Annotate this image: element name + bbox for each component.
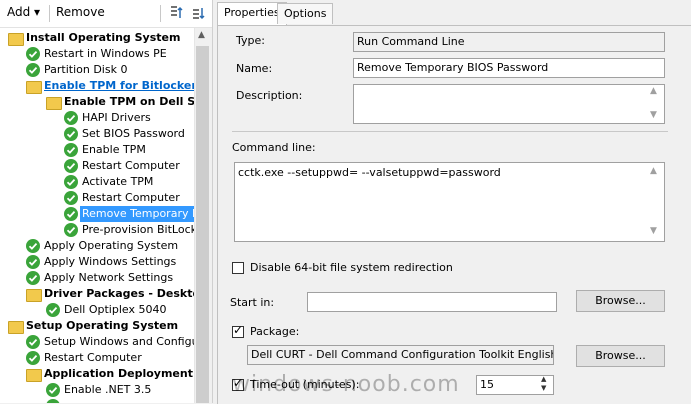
step-ok-icon	[26, 351, 40, 365]
command-line-label: Command line:	[232, 141, 316, 154]
step-ok-icon	[26, 63, 40, 77]
tree-item-label: Application Deployment	[44, 367, 193, 380]
scroll-down-icon[interactable]: ▼	[650, 110, 689, 120]
move-up-icon[interactable]	[168, 5, 184, 21]
tree-scroll-thumb[interactable]	[196, 46, 209, 403]
step-ok-icon	[64, 175, 78, 189]
tree-item-label: Pre-provision BitLocke	[82, 223, 194, 236]
task-sequence-tree: Install Operating System Restart in Windo…	[0, 28, 194, 403]
step-ok-icon	[26, 47, 40, 61]
properties-panel: Type: Run Command Line Name: Remove Temp…	[217, 25, 691, 404]
remove-button[interactable]: Remove	[56, 5, 105, 19]
tree-item-label: Enable TPM on Dell S	[64, 95, 194, 108]
description-label: Description:	[236, 89, 303, 102]
tree-item-label: Apply Operating System	[44, 239, 179, 252]
disable-64bit-label: Disable 64-bit file system redirection	[250, 261, 453, 274]
package-browse-button[interactable]: Browse...	[576, 345, 665, 367]
group-folder-icon	[8, 321, 24, 334]
step-ok-icon	[46, 399, 60, 403]
scroll-up-icon[interactable]: ▲	[650, 166, 689, 176]
tree-item-label: Setup Windows and Configura	[44, 335, 194, 348]
watermark: windows-noob.com	[232, 372, 460, 397]
tab-options[interactable]: Options	[277, 3, 334, 24]
tree-item-label: Apply Windows Settings	[44, 255, 177, 268]
step-ok-icon	[64, 127, 78, 141]
step-ok-icon	[64, 207, 78, 221]
step-ok-icon	[26, 239, 40, 253]
tree-item-label: Enable TPM for Bitlocker	[44, 79, 194, 92]
tree-item-label: Activate TPM	[82, 175, 154, 188]
tree-item-label: Apply Network Settings	[44, 271, 174, 284]
tree-item-label: Setup Operating System	[26, 319, 179, 332]
task-sequence-pane: Add ▾ Remove Install Operating System Res…	[0, 0, 213, 403]
step-ok-icon	[64, 111, 78, 125]
scroll-down-icon[interactable]: ▼	[650, 226, 689, 236]
group-folder-icon	[8, 33, 24, 46]
step-ok-icon	[26, 335, 40, 349]
name-field[interactable]: Remove Temporary BIOS Password	[353, 58, 665, 78]
move-down-icon[interactable]	[190, 5, 206, 21]
tree-item-label: Install Operating System	[26, 31, 181, 44]
description-field[interactable]	[353, 84, 665, 124]
group-folder-icon	[26, 289, 42, 302]
spinner-arrows-icon[interactable]: ▲ ▼	[541, 375, 546, 393]
task-sequence-toolbar: Add ▾ Remove	[0, 0, 212, 28]
group-folder-icon	[46, 97, 62, 110]
tree-item-label: HAPI Drivers	[82, 111, 151, 124]
step-ok-icon	[46, 383, 60, 397]
tree-item-label: Dell Optiplex 5040	[64, 303, 167, 316]
step-ok-icon	[64, 223, 78, 237]
group-folder-icon	[26, 81, 42, 94]
step-ok-icon	[46, 303, 60, 317]
tree-item-label: Enable .NET 3.5	[64, 383, 152, 396]
divider	[232, 131, 668, 132]
start-in-field[interactable]	[307, 292, 557, 312]
type-field: Run Command Line	[353, 32, 665, 52]
scroll-up-icon[interactable]: ▲	[650, 86, 689, 96]
tree-item-label: Set BIOS Password	[82, 127, 185, 140]
tree-item-label: Restart in Windows PE	[44, 47, 167, 60]
add-button[interactable]: Add ▾	[7, 5, 40, 19]
start-in-browse-button[interactable]: Browse...	[576, 290, 665, 312]
tree-item-label: Partition Disk 0	[44, 63, 128, 76]
scroll-up-icon[interactable]: ▲	[198, 30, 205, 40]
type-label: Type:	[236, 34, 265, 47]
package-field: Dell CURT - Dell Command Configuration T…	[247, 345, 554, 365]
command-line-field[interactable]: cctk.exe --setuppwd= --valsetuppwd=passw…	[234, 162, 665, 242]
name-label: Name:	[236, 62, 273, 75]
tree-item-label: Enable TPM	[82, 143, 146, 156]
tree-item-label: Restart Computer	[44, 351, 142, 364]
tree-item-label: Driver Packages - Deskto	[44, 287, 194, 300]
step-ok-icon	[64, 159, 78, 173]
toolbar-separator	[160, 5, 161, 22]
start-in-label: Start in:	[230, 296, 275, 309]
package-label: Package:	[250, 325, 300, 338]
tree-item-label: Remove Temporary Bi	[80, 206, 194, 222]
tree-item-label: Restart Computer	[82, 159, 180, 172]
step-ok-icon	[26, 271, 40, 285]
step-ok-icon	[26, 255, 40, 269]
step-ok-icon	[64, 143, 78, 157]
group-folder-icon	[26, 369, 42, 382]
step-ok-icon	[64, 191, 78, 205]
tree-item-label: Restart Computer	[82, 191, 180, 204]
package-checkbox[interactable]	[232, 323, 244, 338]
toolbar-separator	[49, 5, 50, 22]
disable-64bit-checkbox[interactable]	[232, 262, 244, 274]
